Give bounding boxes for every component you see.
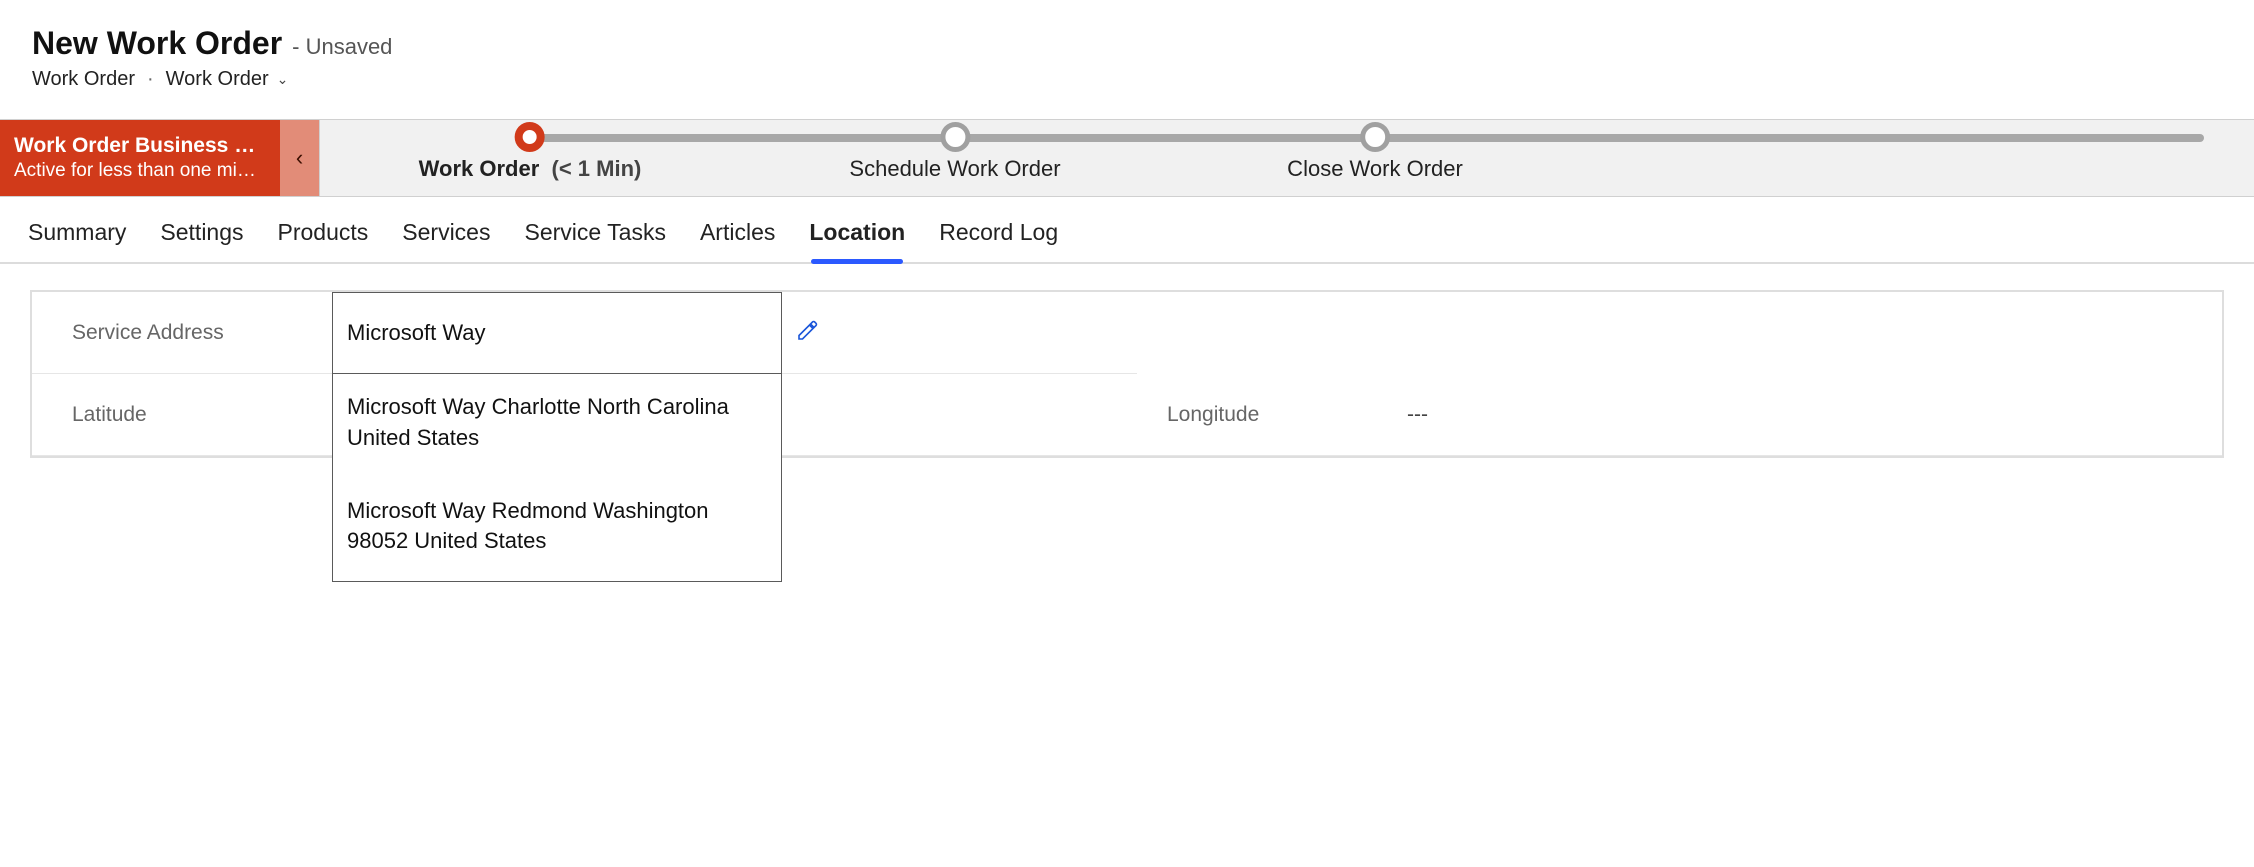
bpf-stage-label: Schedule Work Order <box>849 156 1060 181</box>
bpf-stage-node-icon <box>1360 122 1390 152</box>
chevron-left-icon: ‹ <box>296 145 303 171</box>
tab-service-tasks[interactable]: Service Tasks <box>524 219 665 262</box>
bpf-stage-node-icon <box>940 122 970 152</box>
business-process-bar: Work Order Business Pro… Active for less… <box>0 119 2254 197</box>
address-suggestion[interactable]: Microsoft Way Redmond Washington 98052 U… <box>333 478 781 582</box>
bpf-stage-node-icon <box>515 122 545 152</box>
location-form-card: Service Address Microsoft Way Charlotte … <box>30 290 2224 458</box>
edit-icon[interactable] <box>796 318 820 342</box>
address-suggestion[interactable]: Microsoft Way Charlotte North Carolina U… <box>333 374 781 478</box>
form-selector[interactable]: Work Order ⌄ <box>166 68 289 91</box>
bpf-stage-close-work-order[interactable]: Close Work Order <box>1287 120 1463 182</box>
breadcrumb-form: Work Order <box>166 68 269 91</box>
unsaved-indicator: - Unsaved <box>292 34 392 60</box>
bpf-active-for: Active for less than one mi… <box>14 160 266 182</box>
bpf-stages: Work Order (< 1 Min) Schedule Work Order… <box>320 120 2254 196</box>
chevron-down-icon: ⌄ <box>277 71 289 88</box>
bpf-stage-label: Work Order <box>419 156 540 181</box>
label-service-address: Service Address <box>72 321 312 345</box>
bpf-collapse-button[interactable]: ‹ <box>280 120 320 196</box>
label-latitude: Latitude <box>72 403 312 427</box>
breadcrumb-entity: Work Order <box>32 68 135 91</box>
bpf-header[interactable]: Work Order Business Pro… Active for less… <box>0 120 280 196</box>
tabs: Summary Settings Products Services Servi… <box>0 197 2254 264</box>
bpf-stage-time: (< 1 Min) <box>552 156 642 181</box>
field-longitude[interactable]: Longitude --- <box>1127 374 2222 456</box>
breadcrumb-separator: · <box>147 68 154 91</box>
label-longitude: Longitude <box>1167 403 1407 427</box>
page-title: New Work Order <box>32 25 282 62</box>
tab-settings[interactable]: Settings <box>160 219 243 262</box>
bpf-stage-schedule-work-order[interactable]: Schedule Work Order <box>849 120 1060 182</box>
tab-services[interactable]: Services <box>402 219 490 262</box>
tab-location[interactable]: Location <box>809 219 905 262</box>
field-service-address: Service Address Microsoft Way Charlotte … <box>32 292 1137 374</box>
tab-articles[interactable]: Articles <box>700 219 775 262</box>
bpf-stage-work-order[interactable]: Work Order (< 1 Min) <box>419 120 642 182</box>
tab-summary[interactable]: Summary <box>28 219 126 262</box>
breadcrumb: Work Order · Work Order ⌄ <box>32 68 2254 91</box>
bpf-stage-label: Close Work Order <box>1287 156 1463 181</box>
tab-record-log[interactable]: Record Log <box>939 219 1058 262</box>
address-suggestions-dropdown: Microsoft Way Charlotte North Carolina U… <box>332 374 782 582</box>
bpf-name: Work Order Business Pro… <box>14 134 266 158</box>
tab-products[interactable]: Products <box>278 219 369 262</box>
value-longitude: --- <box>1407 403 2202 427</box>
service-address-input[interactable] <box>332 292 782 374</box>
